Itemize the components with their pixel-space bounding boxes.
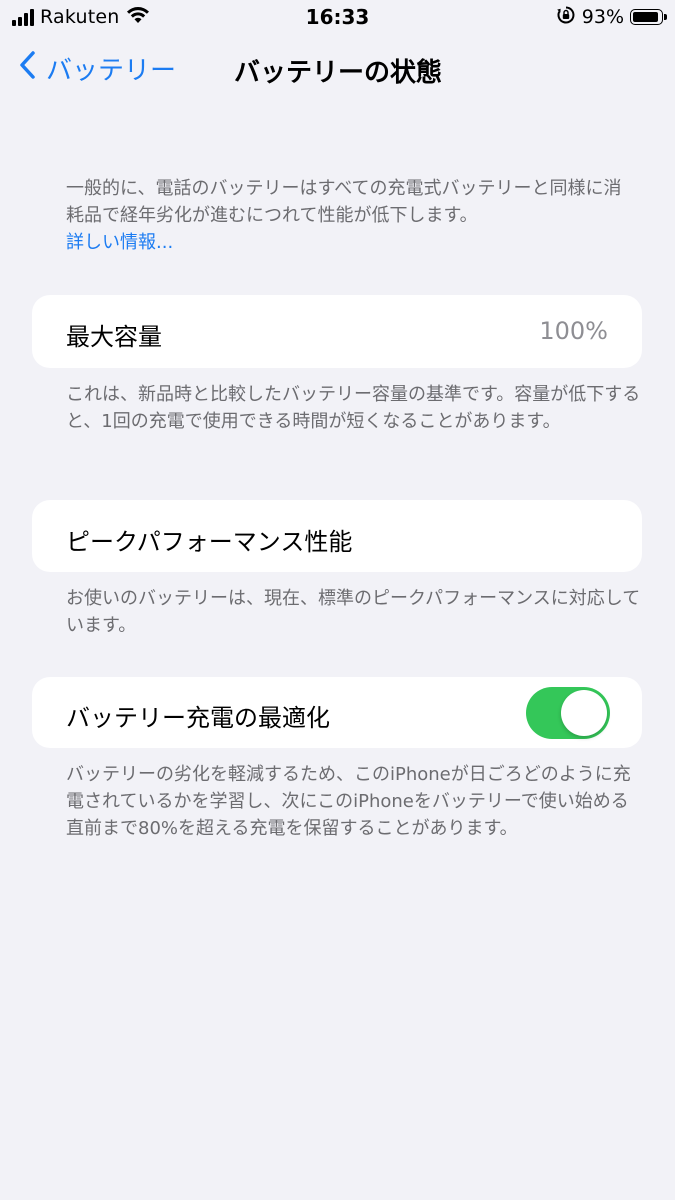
status-bar: Rakuten 16:33 93% [0,0,675,34]
optimized-charging-row: バッテリー充電の最適化 [32,677,642,748]
back-button-label: バッテリー [46,56,177,86]
back-button[interactable]: バッテリー [18,50,176,87]
optimized-charging-toggle[interactable] [526,687,610,739]
optimized-charging-footnote: バッテリーの劣化を軽減するため、このiPhoneが日ごろどのように充電されている… [66,764,631,839]
battery-icon [630,9,667,25]
page-title: バッテリーの状態 [234,58,443,88]
max-capacity-value: 100% [539,317,608,345]
optimized-charging-label: バッテリー充電の最適化 [66,704,330,732]
peak-performance-label: ピークパフォーマンス性能 [66,528,353,556]
max-capacity-row: 最大容量 100% [32,295,642,368]
chevron-left-icon [18,50,36,87]
intro-text: 一般的に、電話のバッテリーはすべての充電式バッテリーと同様に消耗品で経年劣化が進… [66,175,636,256]
orientation-lock-icon [556,5,576,29]
intro-description: 一般的に、電話のバッテリーはすべての充電式バッテリーと同様に消耗品で経年劣化が進… [66,178,622,226]
status-bar-right: 93% [556,5,667,29]
peak-performance-footnote: お使いのバッテリーは、現在、標準のピークパフォーマンスに対応しています。 [66,588,641,636]
battery-percent: 93% [581,6,624,28]
max-capacity-label: 最大容量 [66,323,162,351]
peak-performance-row: ピークパフォーマンス性能 [32,500,642,572]
max-capacity-footnote: これは、新品時と比較したバッテリー容量の基準です。容量が低下すると、1回の充電で… [66,384,641,432]
toggle-knob [561,690,607,736]
learn-more-link[interactable]: 詳しい情報... [66,232,173,253]
